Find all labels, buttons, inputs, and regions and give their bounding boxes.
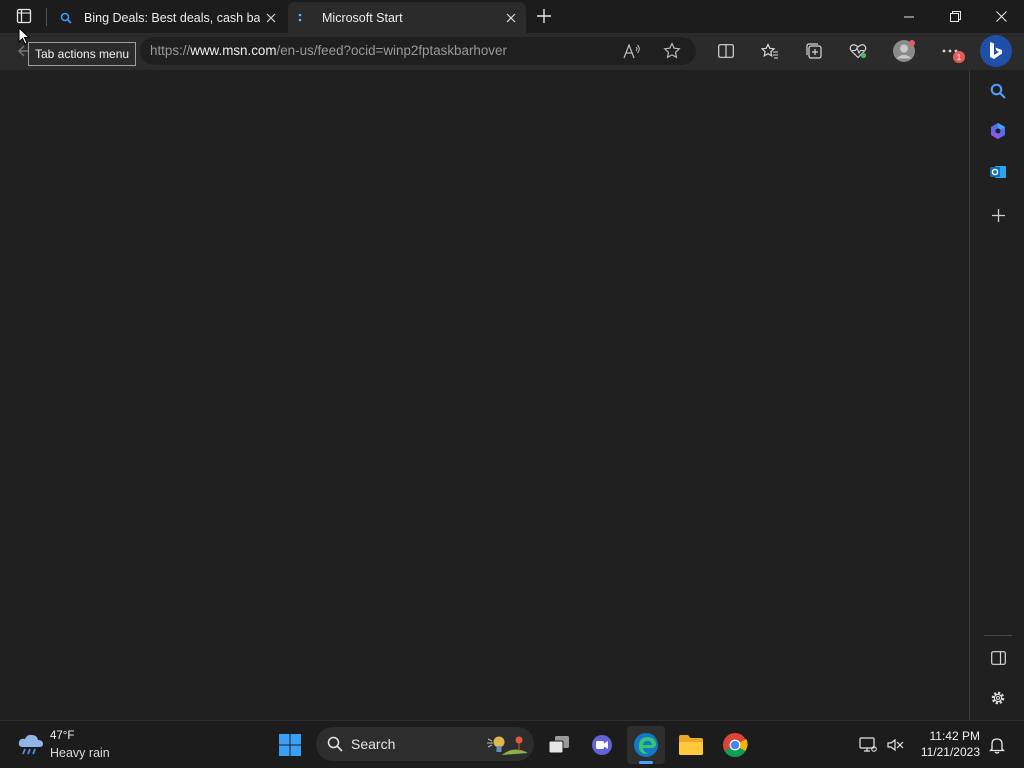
search-icon [327, 736, 343, 752]
sidebar-divider [984, 635, 1012, 636]
loading-icon [298, 13, 302, 23]
restore-button[interactable] [932, 0, 978, 33]
close-icon [506, 13, 516, 22]
notification-badge: 1 [953, 51, 965, 63]
search-icon [990, 83, 1006, 99]
read-aloud-icon [623, 43, 640, 59]
tab-separator [46, 8, 47, 26]
url-text: https://www.msn.com/en-us/feed?ocid=winp… [150, 43, 507, 58]
notifications-button[interactable] [984, 726, 1010, 764]
search-highlight-icon [484, 731, 530, 757]
hide-sidebar-button[interactable] [982, 642, 1014, 674]
sidebar-search-button[interactable] [982, 75, 1014, 107]
active-app-indicator [639, 761, 653, 764]
tab-actions-tooltip: Tab actions menu [28, 42, 137, 66]
bing-logo-icon [990, 42, 1002, 59]
windows-logo-icon [279, 734, 301, 756]
title-bar: Bing Deals: Best deals, cash back Micros… [0, 0, 1024, 33]
chrome-logo-icon [723, 733, 748, 757]
task-view-button[interactable] [540, 726, 578, 764]
minimize-button[interactable] [886, 0, 932, 33]
display-icon [859, 737, 877, 752]
tab-bing-deals[interactable]: Bing Deals: Best deals, cash back [50, 2, 286, 33]
favorites-button[interactable] [754, 35, 786, 67]
address-bar[interactable]: https://www.msn.com/en-us/feed?ocid=winp… [140, 37, 696, 65]
copilot-icon [991, 123, 1005, 139]
task-view-icon [548, 736, 569, 754]
teams-chat-button[interactable] [583, 726, 621, 764]
avatar-icon [893, 40, 915, 62]
close-icon [995, 11, 1007, 22]
collections-icon [806, 43, 822, 59]
taskbar-search-box[interactable]: Search [316, 727, 534, 761]
browser-essentials-button[interactable] [842, 35, 874, 67]
close-window-button[interactable] [978, 0, 1024, 33]
weather-widget[interactable]: 47°F Heavy rain [14, 727, 134, 763]
folder-icon [679, 735, 703, 755]
sidebar-settings-button[interactable] [982, 682, 1014, 714]
no-internet-icon [887, 738, 904, 752]
bell-icon [989, 737, 1005, 754]
sidebar-outlook-button[interactable] [982, 156, 1014, 188]
read-aloud-button[interactable] [616, 35, 648, 67]
tab-title: Microsoft Start [322, 10, 403, 25]
weather-temperature: 47°F [50, 730, 75, 742]
collections-button[interactable] [798, 35, 830, 67]
edge-sidebar [969, 70, 1024, 720]
close-icon [266, 13, 276, 22]
mouse-cursor [18, 27, 30, 45]
gear-icon [991, 691, 1005, 705]
weather-condition: Heavy rain [50, 746, 110, 760]
sidebar-add-button[interactable] [982, 199, 1014, 231]
tab-title: Bing Deals: Best deals, cash back [84, 10, 260, 25]
settings-and-more-button[interactable]: 1 [934, 35, 966, 67]
tab-actions-icon [16, 8, 32, 24]
network-volume-tray-button[interactable] [878, 726, 912, 764]
sidebar-copilot-button[interactable] [982, 115, 1014, 147]
sidebar-panel-icon [990, 651, 1006, 665]
favorite-button[interactable] [656, 35, 688, 67]
edge-taskbar-button[interactable] [627, 726, 665, 764]
search-icon [60, 12, 72, 24]
tab-close-button[interactable] [500, 7, 522, 29]
plus-icon [991, 208, 1005, 222]
search-label: Search [351, 736, 396, 752]
page-content[interactable] [0, 70, 969, 720]
minimize-icon [904, 16, 914, 17]
taskbar: 47°F Heavy rain Search 11:42 PM 11/21/20… [0, 720, 1024, 768]
split-screen-icon [718, 44, 734, 58]
favorites-icon [761, 43, 778, 59]
teams-chat-icon [592, 735, 612, 755]
rain-cloud-icon [17, 732, 45, 756]
split-screen-button[interactable] [710, 35, 742, 67]
outlook-icon [990, 166, 1006, 178]
clock-time[interactable]: 11:42 PM [930, 729, 980, 743]
restore-icon [949, 11, 961, 22]
chrome-button[interactable] [716, 726, 754, 764]
tab-microsoft-start[interactable]: Microsoft Start [288, 2, 526, 33]
star-plus-icon [663, 42, 681, 59]
heart-pulse-icon [849, 44, 867, 59]
copilot-button[interactable] [980, 35, 1012, 67]
start-button[interactable] [271, 726, 309, 764]
clock-date[interactable]: 11/21/2023 [921, 745, 980, 759]
tab-close-button[interactable] [260, 7, 282, 29]
edge-logo-icon [634, 733, 658, 757]
plus-icon [537, 9, 551, 23]
new-tab-button[interactable] [528, 0, 560, 32]
profile-button[interactable] [888, 35, 920, 67]
file-explorer-button[interactable] [672, 726, 710, 764]
